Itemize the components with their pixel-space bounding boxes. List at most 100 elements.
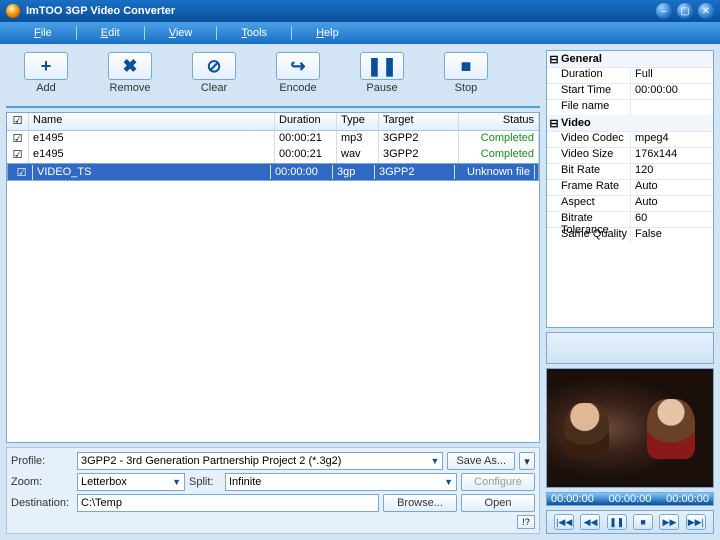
save-as-menu-button[interactable]: ▾ [519, 452, 535, 470]
play-pause-button[interactable]: ❚❚ [607, 514, 627, 530]
zoom-select[interactable]: Letterbox▼ [77, 473, 185, 491]
header-duration[interactable]: Duration [275, 113, 337, 130]
pause-button[interactable]: ❚❚Pause [342, 52, 422, 100]
clear-button[interactable]: ⊘Clear [174, 52, 254, 100]
row-type: mp3 [337, 131, 379, 147]
property-group[interactable]: ⊟Video [547, 115, 713, 131]
property-value[interactable]: Auto [631, 180, 713, 195]
menu-file[interactable]: File [10, 27, 76, 39]
header-checkbox[interactable]: ☑ [7, 113, 29, 130]
encode-icon: ↪ [276, 52, 320, 80]
property-key: File name [547, 100, 631, 115]
table-row[interactable]: ☑VIDEO_TS00:00:003gp3GPP2Unknown file [7, 163, 539, 181]
row-target: 3GPP2 [375, 165, 455, 179]
forward-button[interactable]: ▶▶ [659, 514, 679, 530]
remove-button[interactable]: ✖Remove [90, 52, 170, 100]
playback-timeline[interactable]: 00:00:00 00:00:00 00:00:00 [546, 492, 714, 506]
property-key: Start Time [547, 84, 631, 99]
menu-tools[interactable]: Tools [217, 27, 291, 39]
maximize-button[interactable]: ▢ [677, 3, 693, 19]
property-group[interactable]: ⊟General [547, 51, 713, 67]
header-name[interactable]: Name [29, 113, 275, 130]
property-row[interactable]: Bit Rate120 [547, 163, 713, 179]
property-value[interactable]: Full [631, 68, 713, 83]
encode-button[interactable]: ↪Encode [258, 52, 338, 100]
property-value[interactable]: False [631, 228, 713, 243]
pause-icon: ❚❚ [360, 52, 404, 80]
menubar: File Edit View Tools Help [0, 22, 720, 44]
property-value[interactable]: 00:00:00 [631, 84, 713, 99]
property-value[interactable]: 120 [631, 164, 713, 179]
row-checkbox[interactable]: ☑ [11, 165, 33, 180]
video-preview[interactable] [546, 368, 714, 488]
time-end: 00:00:00 [666, 493, 709, 505]
plus-icon: + [24, 52, 68, 80]
property-row[interactable]: Video Codecmpeg4 [547, 131, 713, 147]
collapse-icon: ⊟ [547, 53, 561, 66]
row-duration: 00:00:21 [275, 147, 337, 163]
stop-icon: ■ [444, 52, 488, 80]
row-name: e1495 [29, 131, 275, 147]
help-button[interactable]: !? [517, 515, 535, 529]
header-target[interactable]: Target [379, 113, 459, 130]
rewind-button[interactable]: ◀◀ [580, 514, 600, 530]
row-checkbox[interactable]: ☑ [7, 131, 29, 147]
row-duration: 00:00:00 [271, 165, 333, 179]
close-button[interactable]: ✕ [698, 3, 714, 19]
property-row[interactable]: Frame RateAuto [547, 179, 713, 195]
table-row[interactable]: ☑e149500:00:21mp33GPP2Completed [7, 131, 539, 147]
property-row[interactable]: Start Time00:00:00 [547, 83, 713, 99]
app-title: ImTOO 3GP Video Converter [26, 5, 651, 17]
split-select[interactable]: Infinite▼ [225, 473, 457, 491]
split-label: Split: [189, 476, 221, 488]
menu-help[interactable]: Help [292, 27, 363, 39]
player-stop-button[interactable]: ■ [633, 514, 653, 530]
file-list-header: ☑ Name Duration Type Target Status [7, 113, 539, 131]
property-value[interactable] [631, 100, 713, 115]
row-target: 3GPP2 [379, 147, 459, 163]
property-value[interactable]: 176x144 [631, 148, 713, 163]
configure-button[interactable]: Configure [461, 473, 535, 491]
property-row[interactable]: File name [547, 99, 713, 115]
browse-button[interactable]: Browse... [383, 494, 457, 512]
row-name: e1495 [29, 147, 275, 163]
menu-view[interactable]: View [145, 27, 217, 39]
property-row[interactable]: DurationFull [547, 67, 713, 83]
property-row[interactable]: Video Size176x144 [547, 147, 713, 163]
row-target: 3GPP2 [379, 131, 459, 147]
property-key: Video Size [547, 148, 631, 163]
row-name: VIDEO_TS [33, 165, 271, 179]
next-button[interactable]: ▶▶| [686, 514, 706, 530]
menu-edit[interactable]: Edit [77, 27, 144, 39]
app-logo-icon [6, 4, 20, 18]
properties-scroll-area[interactable] [546, 332, 714, 364]
property-key: Same Quality [547, 228, 631, 243]
prev-button[interactable]: |◀◀ [554, 514, 574, 530]
header-type[interactable]: Type [337, 113, 379, 130]
property-value[interactable]: Auto [631, 196, 713, 211]
table-row[interactable]: ☑e149500:00:21wav3GPP2Completed [7, 147, 539, 163]
destination-input[interactable]: C:\Temp [77, 494, 379, 512]
property-value[interactable]: mpeg4 [631, 132, 713, 147]
add-button[interactable]: +Add [6, 52, 86, 100]
save-as-button[interactable]: Save As... [447, 452, 515, 470]
zoom-label: Zoom: [11, 476, 73, 488]
profile-select[interactable]: 3GPP2 - 3rd Generation Partnership Proje… [77, 452, 443, 470]
clear-icon: ⊘ [192, 52, 236, 80]
open-button[interactable]: Open [461, 494, 535, 512]
property-key: Duration [547, 68, 631, 83]
header-status[interactable]: Status [459, 113, 539, 130]
profile-label: Profile: [11, 455, 73, 467]
titlebar: ImTOO 3GP Video Converter – ▢ ✕ [0, 0, 720, 22]
property-key: Bitrate Tolerance [547, 212, 631, 227]
row-checkbox[interactable]: ☑ [7, 147, 29, 163]
toolbar: +Add ✖Remove ⊘Clear ↪Encode ❚❚Pause ■Sto… [6, 50, 540, 108]
property-row[interactable]: Same QualityFalse [547, 227, 713, 243]
property-row[interactable]: AspectAuto [547, 195, 713, 211]
property-value[interactable]: 60 [631, 212, 713, 227]
minimize-button[interactable]: – [656, 3, 672, 19]
property-row[interactable]: Bitrate Tolerance60 [547, 211, 713, 227]
properties-panel[interactable]: ⊟GeneralDurationFullStart Time00:00:00Fi… [546, 50, 714, 328]
stop-button[interactable]: ■Stop [426, 52, 506, 100]
row-status: Completed [459, 147, 539, 163]
